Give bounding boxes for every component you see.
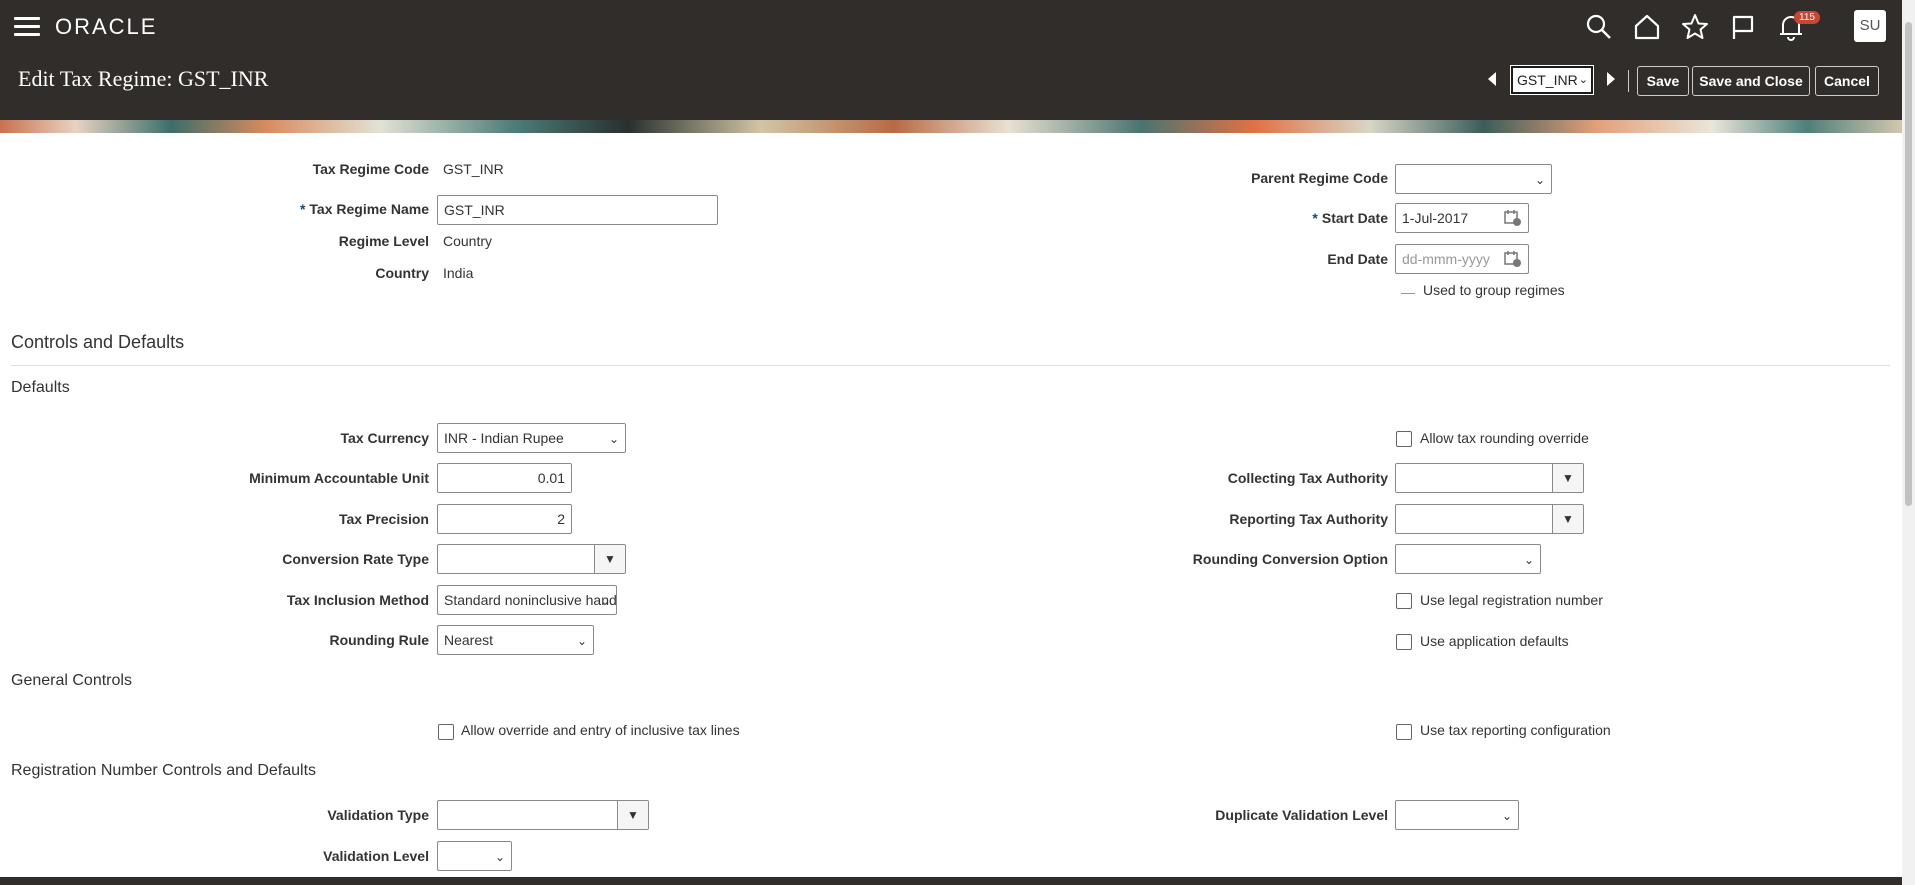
tax-regime-code-value: GST_INR xyxy=(443,161,504,177)
used-to-group-text: Used to group regimes xyxy=(1423,282,1565,298)
dropdown-arrow-icon[interactable]: ▼ xyxy=(1552,464,1583,492)
flag-icon[interactable] xyxy=(1728,12,1758,42)
rounding-rule-value: Nearest xyxy=(444,632,494,648)
tax-currency-select[interactable]: INR - Indian Rupee ⌄ xyxy=(437,423,626,453)
required-icon: * xyxy=(1312,210,1318,226)
star-icon[interactable] xyxy=(1680,12,1710,42)
chevron-down-icon: ⌄ xyxy=(494,850,505,864)
tax-inclusion-method-value: Standard noninclusive handli xyxy=(444,592,617,608)
use-application-defaults-checkbox[interactable] xyxy=(1396,634,1412,650)
footer-bar xyxy=(0,877,1902,885)
tax-currency-value: INR - Indian Rupee xyxy=(444,430,564,446)
chevron-down-icon: ⌄ xyxy=(1578,74,1588,86)
collecting-tax-authority-combobox[interactable]: ▼ xyxy=(1395,463,1584,493)
chevron-down-icon: ⌄ xyxy=(576,634,587,648)
dropdown-arrow-icon[interactable]: ▼ xyxy=(594,545,625,573)
tax-regime-name-input[interactable]: GST_INR xyxy=(437,195,718,225)
allow-inclusive-tax-lines-checkbox[interactable] xyxy=(438,724,454,740)
scrollbar-thumb[interactable] xyxy=(1905,22,1912,506)
menu-icon[interactable] xyxy=(14,17,40,37)
country-value: India xyxy=(443,265,474,281)
duplicate-validation-level-select[interactable]: ⌄ xyxy=(1395,800,1519,830)
rounding-conversion-option-select[interactable]: ⌄ xyxy=(1395,544,1541,574)
save-and-close-button[interactable]: Save and Close xyxy=(1692,66,1810,96)
collecting-tax-authority-label: Collecting Tax Authority xyxy=(1227,470,1388,486)
end-date-input[interactable]: dd-mmm-yyyy xyxy=(1395,244,1529,274)
tax-inclusion-method-label: Tax Inclusion Method xyxy=(286,592,429,608)
duplicate-validation-level-label: Duplicate Validation Level xyxy=(1215,807,1388,823)
dropdown-arrow-icon[interactable]: ▼ xyxy=(1552,505,1583,533)
conversion-rate-type-combobox[interactable]: ▼ xyxy=(437,544,626,574)
end-date-placeholder: dd-mmm-yyyy xyxy=(1402,251,1490,267)
toolbar-divider xyxy=(1628,70,1629,92)
calendar-icon[interactable] xyxy=(1504,250,1522,268)
oracle-logo[interactable]: ORACLE xyxy=(55,14,157,40)
start-date-label: * Start Date xyxy=(1312,210,1388,226)
chevron-down-icon: ⌄ xyxy=(599,594,610,608)
global-header xyxy=(0,0,1902,120)
use-tax-reporting-configuration-checkbox[interactable] xyxy=(1396,724,1412,740)
calendar-icon[interactable] xyxy=(1504,209,1522,227)
validation-level-select[interactable]: ⌄ xyxy=(437,841,512,871)
search-icon[interactable] xyxy=(1584,12,1614,42)
use-application-defaults-label: Use application defaults xyxy=(1420,633,1569,649)
use-legal-registration-number-checkbox[interactable] xyxy=(1396,593,1412,609)
allow-tax-rounding-override-label: Allow tax rounding override xyxy=(1420,430,1589,446)
record-selector-value: GST_INR xyxy=(1517,72,1578,88)
chevron-down-icon: ⌄ xyxy=(1523,553,1534,567)
parent-regime-code-label: Parent Regime Code xyxy=(1251,170,1388,186)
save-button[interactable]: Save xyxy=(1637,66,1689,96)
minimum-accountable-unit-input[interactable]: 0.01 xyxy=(437,463,572,493)
regime-level-value: Country xyxy=(443,233,493,249)
regime-level-label: Regime Level xyxy=(338,233,429,249)
allow-tax-rounding-override-checkbox[interactable] xyxy=(1396,431,1412,447)
validation-type-combobox[interactable]: ▼ xyxy=(437,800,649,830)
tax-precision-label: Tax Precision xyxy=(338,511,429,527)
rounding-rule-label: Rounding Rule xyxy=(329,632,429,648)
minimum-accountable-unit-label: Minimum Accountable Unit xyxy=(249,470,429,486)
tax-precision-input[interactable]: 2 xyxy=(437,504,572,534)
subsection-title-registration-controls: Registration Number Controls and Default… xyxy=(11,762,317,779)
notification-badge[interactable]: 115 xyxy=(1794,11,1820,24)
next-record-icon[interactable] xyxy=(1607,72,1615,86)
use-legal-registration-number-label: Use legal registration number xyxy=(1420,592,1603,608)
start-date-value: 1-Jul-2017 xyxy=(1402,210,1469,226)
start-date-label-text: Start Date xyxy=(1321,210,1388,226)
reporting-tax-authority-combobox[interactable]: ▼ xyxy=(1395,504,1584,534)
used-to-group-indicator xyxy=(1401,293,1415,294)
home-icon[interactable] xyxy=(1632,12,1662,42)
chevron-down-icon: ⌄ xyxy=(1501,809,1512,823)
previous-record-icon[interactable] xyxy=(1488,72,1496,86)
tax-currency-label: Tax Currency xyxy=(340,430,429,446)
section-divider xyxy=(11,365,1890,366)
tax-regime-name-label-text: Tax Regime Name xyxy=(309,201,429,217)
tax-regime-code-label: Tax Regime Code xyxy=(312,161,429,177)
tax-inclusion-method-select[interactable]: Standard noninclusive handli ⌄ xyxy=(437,585,617,615)
reporting-tax-authority-label: Reporting Tax Authority xyxy=(1229,511,1388,527)
conversion-rate-type-label: Conversion Rate Type xyxy=(282,551,429,567)
start-date-input[interactable]: 1-Jul-2017 xyxy=(1395,203,1529,233)
record-selector[interactable]: GST_INR ⌄ xyxy=(1510,65,1594,95)
validation-level-label: Validation Level xyxy=(323,848,429,864)
dropdown-arrow-icon[interactable]: ▼ xyxy=(617,801,648,829)
page-title: Edit Tax Regime: GST_INR xyxy=(18,66,269,91)
allow-inclusive-tax-lines-label: Allow override and entry of inclusive ta… xyxy=(461,722,740,738)
rounding-conversion-option-label: Rounding Conversion Option xyxy=(1192,551,1388,567)
country-label: Country xyxy=(375,265,429,281)
end-date-label: End Date xyxy=(1327,251,1388,267)
tax-regime-name-label: * Tax Regime Name xyxy=(300,201,429,217)
subsection-title-defaults: Defaults xyxy=(11,379,70,396)
chevron-down-icon: ⌄ xyxy=(608,432,619,446)
use-tax-reporting-configuration-label: Use tax reporting configuration xyxy=(1420,722,1611,738)
user-avatar[interactable]: SU xyxy=(1854,10,1886,42)
required-icon: * xyxy=(299,201,306,217)
decorative-banner xyxy=(0,120,1902,133)
cancel-button[interactable]: Cancel xyxy=(1815,66,1879,96)
section-title-controls: Controls and Defaults xyxy=(11,332,185,352)
validation-type-label: Validation Type xyxy=(327,807,429,823)
parent-regime-code-select[interactable]: ⌄ xyxy=(1395,164,1552,194)
rounding-rule-select[interactable]: Nearest ⌄ xyxy=(437,625,594,655)
subsection-title-general-controls: General Controls xyxy=(11,672,132,689)
chevron-down-icon: ⌄ xyxy=(1534,173,1545,187)
